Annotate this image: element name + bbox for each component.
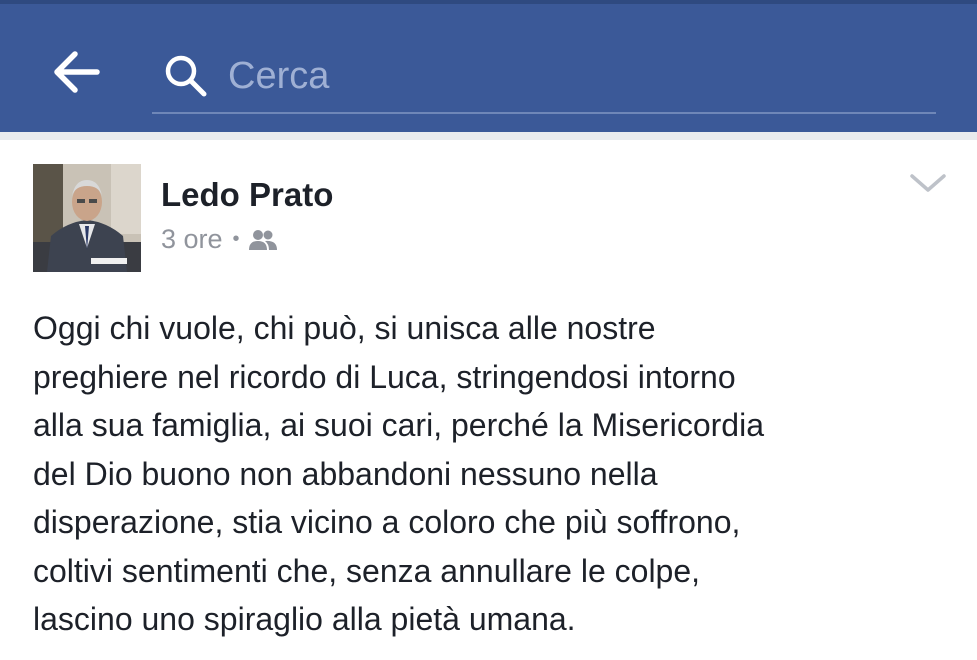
post-meta: 3 ore • bbox=[161, 224, 278, 255]
post-line: preghiere nel ricordo di Luca, stringend… bbox=[33, 358, 736, 395]
search-input[interactable] bbox=[228, 48, 918, 104]
search-icon bbox=[165, 55, 207, 97]
post-line: coltivi sentimenti che, senza annullare … bbox=[33, 552, 701, 589]
post-line: del Dio buono non abbandoni nessuno nell… bbox=[33, 455, 658, 492]
post-message: Oggi chi vuole, chi può, si unisca alle … bbox=[33, 304, 953, 644]
back-button[interactable] bbox=[46, 42, 106, 102]
arrow-left-icon bbox=[54, 51, 100, 93]
avatar[interactable] bbox=[33, 164, 141, 272]
post-card: Ledo Prato 3 ore • Oggi chi vuole, chi p… bbox=[0, 140, 977, 660]
friends-icon bbox=[248, 229, 277, 250]
post-timestamp[interactable]: 3 ore bbox=[161, 224, 223, 255]
meta-separator: • bbox=[232, 228, 240, 250]
post-line: Oggi chi vuole, chi può, si unisca alle … bbox=[33, 310, 656, 346]
chevron-down-icon[interactable] bbox=[906, 168, 950, 198]
top-app-bar bbox=[0, 0, 977, 132]
search-bar[interactable] bbox=[152, 42, 936, 114]
profile-photo bbox=[33, 164, 141, 272]
post-line: disperazione, stia vicino a coloro che p… bbox=[33, 504, 741, 540]
post-line: lascino uno spiraglio alla pietà umana. bbox=[33, 601, 576, 637]
author-name[interactable]: Ledo Prato bbox=[161, 176, 333, 214]
post-line: alla sua famiglia, ai suoi cari, perché … bbox=[33, 407, 764, 443]
